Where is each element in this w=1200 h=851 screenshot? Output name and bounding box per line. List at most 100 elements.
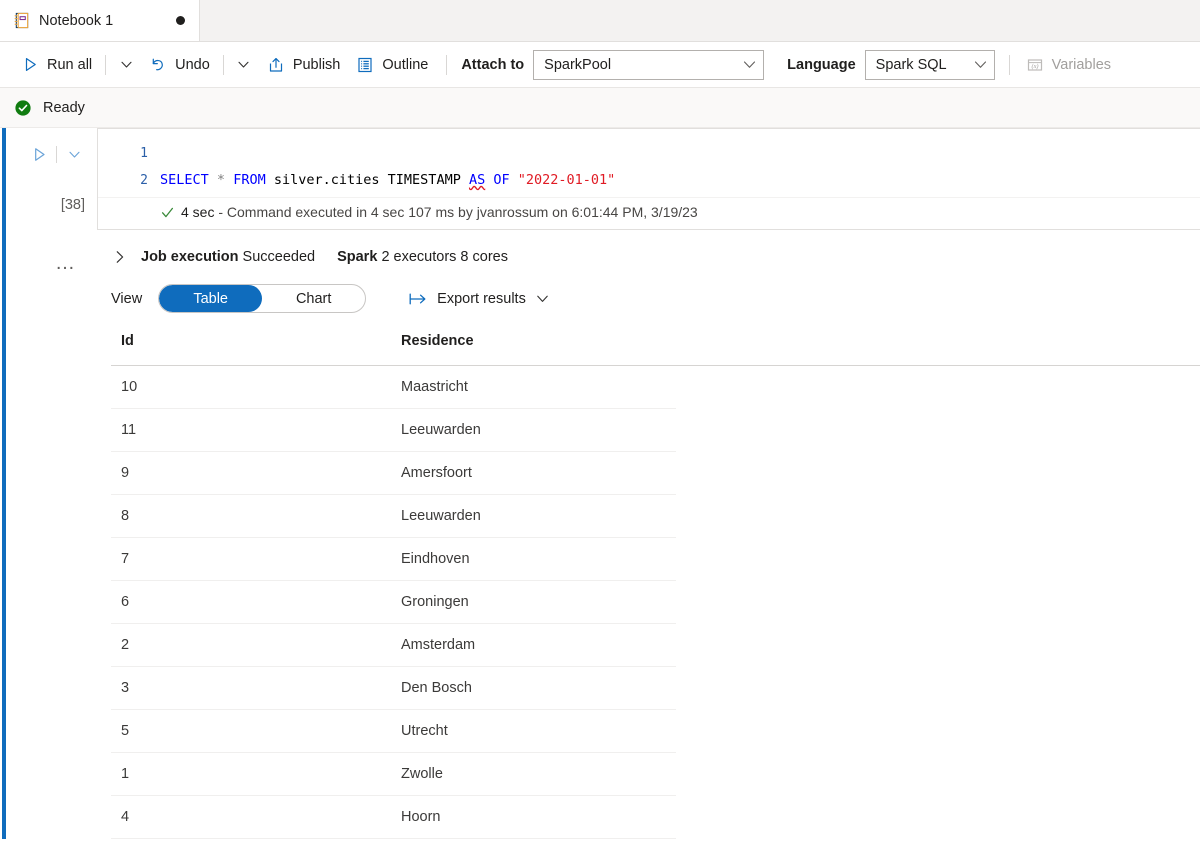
- table-row[interactable]: 11 Leeuwarden: [111, 408, 1200, 452]
- table-row[interactable]: 1 Zwolle: [111, 752, 1200, 796]
- tab-table[interactable]: Table: [159, 285, 263, 312]
- code-line: 2 SELECT * FROM silver.cities TIMESTAMP …: [98, 167, 1200, 194]
- code-lines: 1 2 SELECT * FROM silver.cities TIMESTAM…: [98, 141, 1200, 194]
- unsaved-dot-icon: [176, 16, 185, 25]
- notebook-status-bar: Ready: [0, 88, 1200, 128]
- cell-residence: Eindhoven: [391, 537, 676, 581]
- variables-label: Variables: [1051, 56, 1112, 73]
- tab-chart[interactable]: Chart: [262, 285, 365, 312]
- attach-to-select[interactable]: SparkPool: [533, 49, 765, 80]
- cell-id: 11: [111, 408, 391, 452]
- cell-residence: Leeuwarden: [391, 408, 676, 452]
- cell-run-button[interactable]: [26, 141, 52, 167]
- publish-label: Publish: [292, 56, 341, 73]
- job-engine-detail: 2 executors 8 cores: [381, 249, 508, 265]
- results-table-head: Id Residence: [111, 329, 1200, 366]
- table-row[interactable]: 8 Leeuwarden: [111, 494, 1200, 538]
- job-expand-button[interactable]: [111, 248, 129, 266]
- undo-dropdown-button[interactable]: [229, 49, 259, 81]
- table-row[interactable]: 3 Den Bosch: [111, 666, 1200, 710]
- run-all-button[interactable]: Run all: [14, 49, 100, 81]
- cell-id: 9: [111, 451, 391, 495]
- table-header-row: Id Residence: [111, 329, 1200, 366]
- cell-filler: [676, 452, 1200, 495]
- cell-filler: [676, 495, 1200, 538]
- code-editor[interactable]: 1 2 SELECT * FROM silver.cities TIMESTAM…: [97, 128, 1200, 230]
- results-table: Id Residence 10 Maastricht 11 Leeuwarden 9 Am…: [111, 329, 1200, 839]
- outline-button[interactable]: Outline: [348, 49, 436, 81]
- column-header-residence[interactable]: Residence: [391, 329, 676, 366]
- status-label: Ready: [43, 99, 85, 116]
- undo-button[interactable]: Undo: [141, 49, 218, 81]
- cell-filler: [676, 667, 1200, 710]
- cell-residence: Groningen: [391, 580, 676, 624]
- results-table-body: 10 Maastricht 11 Leeuwarden 9 Amersfoort 8 Leeu…: [111, 365, 1200, 839]
- publish-button[interactable]: Publish: [259, 49, 349, 81]
- job-execution-title: Job execution: [141, 249, 239, 265]
- variables-xbox-icon: (x): [1027, 58, 1042, 71]
- check-icon: [161, 207, 174, 217]
- table-row[interactable]: 9 Amersfoort: [111, 451, 1200, 495]
- cell-filler: [676, 538, 1200, 581]
- notebook-cell: [38] … 1 2 SELECT * FROM silver.cities T…: [0, 128, 1200, 839]
- language-value: Spark SQL: [875, 56, 947, 73]
- results-view-toggle: Table Chart: [158, 284, 367, 313]
- chevron-down-icon: [238, 61, 249, 68]
- view-label: View: [111, 290, 143, 307]
- job-execution-status: Job execution Succeeded: [141, 249, 315, 265]
- cell-id: 1: [111, 752, 391, 796]
- cell-content: 1 2 SELECT * FROM silver.cities TIMESTAM…: [97, 128, 1200, 839]
- cell-execution-info-text: 4 sec - Command executed in 4 sec 107 ms…: [181, 204, 698, 220]
- job-execution-state: Succeeded: [242, 249, 316, 265]
- cell-gutter: [38] …: [0, 128, 97, 273]
- notebook-tab[interactable]: Notebook 1: [0, 0, 200, 41]
- cell-filler: [676, 624, 1200, 667]
- table-row[interactable]: 4 Hoorn: [111, 795, 1200, 839]
- table-row[interactable]: 7 Eindhoven: [111, 537, 1200, 581]
- cell-filler: [676, 366, 1200, 409]
- cell-exec-duration: 4 sec: [181, 204, 215, 220]
- cell-id: 8: [111, 494, 391, 538]
- cell-residence: Hoorn: [391, 795, 676, 839]
- results-toolbar: View Table Chart Export results: [97, 266, 1200, 313]
- table-row[interactable]: 2 Amsterdam: [111, 623, 1200, 667]
- outline-list-icon: [358, 57, 372, 72]
- toolbar-divider: [1008, 54, 1010, 75]
- cell-gutter-divider: [56, 145, 57, 163]
- play-icon: [25, 58, 36, 71]
- cell-overflow-menu-button[interactable]: …: [0, 253, 97, 273]
- cell-filler: [676, 710, 1200, 753]
- cell-more-dropdown-button[interactable]: [61, 141, 87, 167]
- toolbar-divider: [222, 54, 224, 75]
- export-results-label: Export results: [437, 290, 526, 307]
- cell-filler: [676, 753, 1200, 796]
- svg-text:(x): (x): [1031, 63, 1038, 70]
- table-row[interactable]: 10 Maastricht: [111, 365, 1200, 409]
- chevron-down-icon: [121, 61, 132, 68]
- job-execution-summary: Job execution Succeeded Spark 2 executor…: [97, 230, 1200, 266]
- tab-bar: Notebook 1: [0, 0, 1200, 42]
- column-header-filler: [676, 329, 1200, 366]
- cell-residence: Utrecht: [391, 709, 676, 753]
- job-engine-name: Spark: [337, 249, 378, 265]
- language-select[interactable]: Spark SQL: [864, 49, 995, 80]
- line-number: 1: [140, 146, 148, 161]
- cell-id: 10: [111, 365, 391, 409]
- toolbar-divider: [105, 54, 107, 75]
- attach-to-label: Attach to: [461, 56, 525, 73]
- table-row[interactable]: 6 Groningen: [111, 580, 1200, 624]
- column-header-id[interactable]: Id: [111, 329, 391, 366]
- cell-residence: Amsterdam: [391, 623, 676, 667]
- cell-residence: Den Bosch: [391, 666, 676, 710]
- cell-filler: [676, 409, 1200, 452]
- run-all-dropdown-button[interactable]: [111, 49, 141, 81]
- export-arrow-icon: [409, 293, 426, 304]
- chevron-down-icon: [974, 61, 986, 68]
- cell-execution-count: [38]: [60, 197, 85, 213]
- publish-upload-icon: [269, 57, 282, 72]
- export-results-button[interactable]: Export results: [408, 291, 550, 307]
- table-row[interactable]: 5 Utrecht: [111, 709, 1200, 753]
- command-bar: Run all Undo Publish Outline Attach to S…: [0, 42, 1200, 88]
- variables-button[interactable]: (x) Variables: [1018, 49, 1119, 81]
- notebook-tab-label: Notebook 1: [39, 12, 114, 29]
